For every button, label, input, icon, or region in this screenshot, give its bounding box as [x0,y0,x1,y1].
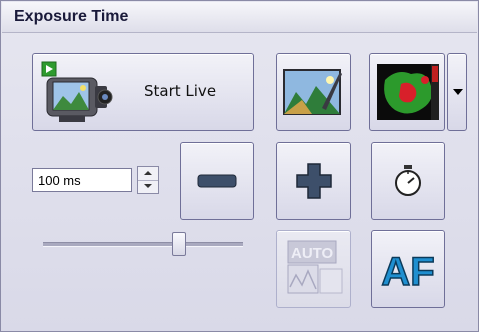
channel-overlay-button[interactable] [369,53,445,131]
autofocus-icon: AF [381,249,436,291]
overlay-options-dropdown[interactable] [447,53,467,131]
snapshot-button[interactable] [276,53,351,131]
arrow-down-icon [144,184,152,188]
exposure-spinner[interactable] [137,166,159,194]
start-live-button[interactable]: Start Live [32,53,254,131]
auto-exposure-icon: AUTO [287,240,342,294]
stopwatch-icon [395,165,421,196]
auto-exposure-button[interactable]: AUTO [276,230,351,308]
arrow-up-icon [144,171,152,175]
autofocus-text: AF [381,250,434,291]
panel-header: Exposure Time [2,2,477,33]
start-live-label: Start Live [144,82,217,100]
fluorescence-overlay-icon [377,64,439,120]
exposure-value-field[interactable] [32,168,132,192]
minus-icon [197,174,237,188]
increase-exposure-button[interactable] [276,142,351,220]
spin-down-button[interactable] [138,180,158,193]
video-camera-icon [41,61,113,122]
plus-icon [295,163,332,199]
auto-exposure-text: AUTO [291,245,334,262]
exposure-time-panel: Exposure Time Start Live 100 ms AUTO AF [0,0,479,332]
auto-exposure-timer-button[interactable] [371,142,445,220]
spin-up-button[interactable] [138,167,158,181]
exposure-slider-track[interactable] [43,242,243,247]
autofocus-button[interactable]: AF [371,230,445,308]
chevron-down-icon [453,89,463,95]
panel-title: Exposure Time [14,8,129,25]
landscape-image-icon [283,69,342,115]
exposure-slider-thumb[interactable] [172,232,186,256]
decrease-exposure-button[interactable] [180,142,254,220]
